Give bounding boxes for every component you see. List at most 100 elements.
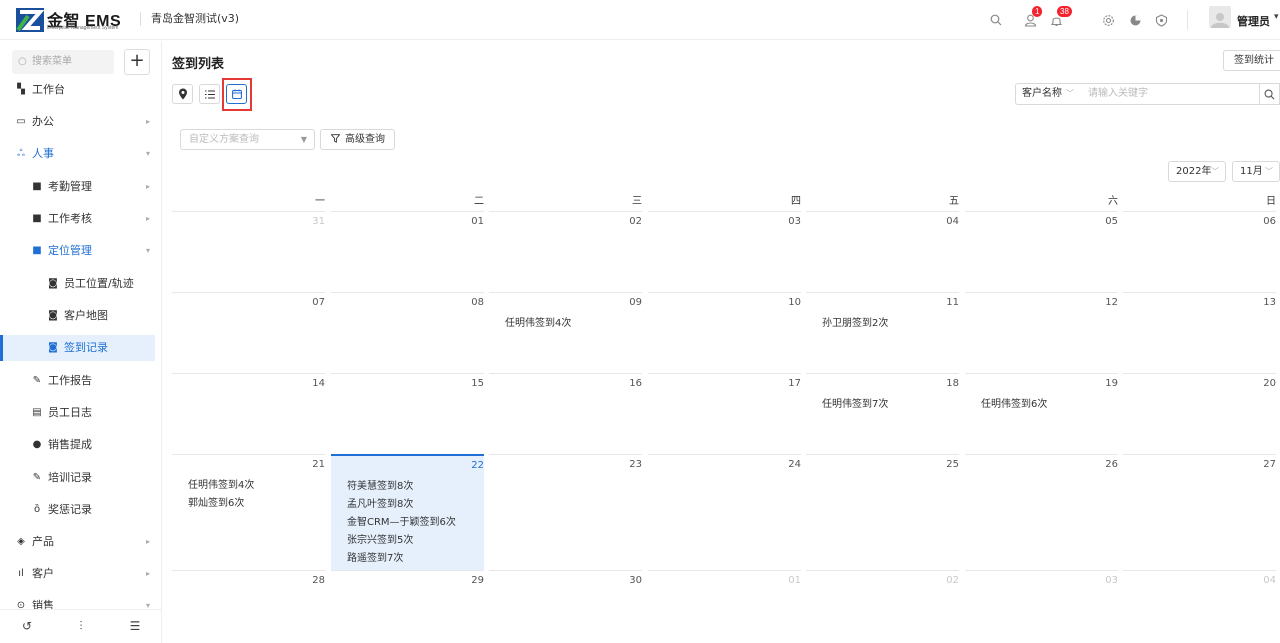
calendar-day-cell[interactable]: 01 (331, 211, 484, 290)
avatar[interactable] (1209, 6, 1231, 28)
checkin-event[interactable]: 任明伟签到4次 (188, 476, 254, 491)
calendar-day-cell[interactable]: 17 (648, 373, 801, 452)
calendar-day-cell[interactable]: 22 符美慧签到8次 孟凡叶签到8次 金智CRM—于颖签到6次 张宗兴签到5次 路遥签到7… (331, 454, 484, 570)
bell-icon[interactable]: 38 (1046, 6, 1072, 30)
calendar-day-cell[interactable]: 21 任明伟签到4次 郭灿签到6次 (172, 454, 325, 533)
calendar-day-cell[interactable]: 13 (1123, 292, 1276, 371)
calendar-day-cell[interactable]: 25 (806, 454, 959, 533)
calendar-day-cell[interactable]: 31 (172, 211, 325, 290)
user-contacts-icon[interactable]: 1 (1020, 6, 1043, 30)
calendar-day-cell[interactable]: 02 (806, 570, 959, 630)
app-logo[interactable]: 金智 EMS Enterprise Management System (16, 6, 128, 34)
sidebar-item-sales[interactable]: ⊙ 销售 ▾ (0, 593, 155, 609)
sidebar-item-location[interactable]: ■ 定位管理 ▾ (0, 238, 155, 264)
sidebar-item-assessment[interactable]: ■ 工作考核 ▸ (0, 206, 155, 232)
checkin-event[interactable]: 金智CRM—于颖签到6次 (347, 513, 456, 528)
sidebar-item-employee-track[interactable]: ◙ 员工位置/轨迹 (0, 271, 155, 297)
sliders-icon[interactable]: ⫶ (73, 618, 89, 634)
checkin-event[interactable]: 任明伟签到4次 (505, 314, 571, 329)
menu-search-input[interactable]: ○ 搜索菜单 (12, 50, 114, 74)
checkin-event[interactable]: 任明伟签到7次 (822, 395, 888, 410)
history-icon[interactable]: ↺ (19, 618, 35, 634)
sidebar-item-customer-map[interactable]: ◙ 客户地图 (0, 303, 155, 329)
calendar-day-cell[interactable]: 27 (1123, 454, 1276, 533)
add-menu-button[interactable]: + (124, 49, 150, 75)
calendar-day-cell[interactable]: 05 (965, 211, 1118, 290)
calendar-day-cell[interactable]: 30 (489, 570, 642, 630)
sidebar-item-product[interactable]: ◈ 产品 ▸ (0, 529, 155, 555)
map-view-button[interactable] (172, 84, 193, 104)
sidebar-item-attendance[interactable]: ■ 考勤管理 ▸ (0, 174, 155, 200)
sidebar-item-training[interactable]: ✎ 培训记录 (0, 465, 155, 491)
checkin-event[interactable]: 任明伟签到6次 (981, 395, 1047, 410)
sidebar-item-hr[interactable]: ஃ 人事 ▾ (0, 141, 155, 167)
company-name: 青岛金智测试(v3) (140, 12, 239, 26)
gear-icon[interactable] (1098, 10, 1118, 30)
checkin-stats-button[interactable]: 签到统计 (1223, 50, 1280, 71)
list-view-button[interactable] (199, 84, 220, 104)
calendar-day-cell[interactable]: 16 (489, 373, 642, 452)
calendar-day-cell[interactable]: 20 (1123, 373, 1276, 452)
calendar-day-cell[interactable]: 07 (172, 292, 325, 371)
collapse-menu-icon[interactable]: ☰ (127, 618, 143, 634)
sidebar-item-label: 工作考核 (48, 212, 92, 225)
year-select[interactable]: 2022年 ﹀ (1168, 161, 1226, 182)
pie-chart-icon[interactable] (1125, 10, 1145, 30)
sidebar-item-sales-commission[interactable]: ● 销售提成 (0, 432, 155, 458)
calendar-day-cell[interactable]: 29 (331, 570, 484, 630)
advanced-query-button[interactable]: 高级查询 (320, 129, 395, 150)
calendar-day-cell[interactable]: 23 (489, 454, 642, 533)
map-icon: ◙ (48, 278, 58, 289)
calendar-day-cell[interactable]: 03 (648, 211, 801, 290)
calendar-day-cell[interactable]: 24 (648, 454, 801, 533)
calendar-day-cell[interactable]: 14 (172, 373, 325, 452)
calendar-day-cell[interactable]: 06 (1123, 211, 1276, 290)
sidebar-item-employee-log[interactable]: ▤ 员工日志 (0, 400, 155, 426)
user-name[interactable]: 管理员 (1237, 13, 1270, 29)
day-number: 18 (946, 378, 959, 389)
calendar-day-cell[interactable]: 09 任明伟签到4次 (489, 292, 642, 371)
keyword-input[interactable]: 请输入关键字 (1080, 83, 1260, 105)
calendar-day-cell[interactable]: 12 (965, 292, 1118, 371)
chevron-right-icon: ▸ (146, 569, 151, 578)
sidebar-item-work-report[interactable]: ✎ 工作报告 (0, 368, 155, 394)
calendar-day-cell[interactable]: 08 (331, 292, 484, 371)
day-number: 17 (788, 378, 801, 389)
filter-field-select[interactable]: 客户名称 ﹀ (1015, 83, 1081, 105)
sidebar-item-rewards[interactable]: ȍ 奖惩记录 (0, 497, 155, 523)
checkin-event[interactable]: 张宗兴签到5次 (347, 531, 413, 546)
user-menu-caret-icon[interactable]: ▾ (1274, 12, 1279, 22)
calendar-day-cell[interactable]: 03 (965, 570, 1118, 630)
sidebar-footer: ↺ ⫶ ☰ (0, 609, 161, 643)
search-icon[interactable] (986, 10, 1006, 30)
keyword-search-button[interactable] (1259, 83, 1280, 105)
sidebar-item-office[interactable]: ▭ 办公 ▸ (0, 109, 155, 135)
sidebar-item-checkin-records[interactable]: ◙ 签到记录 (0, 335, 155, 361)
sidebar-item-customer[interactable]: ıl 客户 ▸ (0, 561, 155, 587)
weekday-label: 二 (474, 196, 484, 207)
sidebar-item-label: 考勤管理 (48, 180, 92, 193)
day-number: 12 (1105, 297, 1118, 308)
calendar-day-cell[interactable]: 10 (648, 292, 801, 371)
calendar-day-cell[interactable]: 19 任明伟签到6次 (965, 373, 1118, 452)
shield-icon[interactable] (1151, 10, 1171, 30)
calendar-day-cell[interactable]: 04 (806, 211, 959, 290)
calendar-day-cell[interactable]: 01 (648, 570, 801, 630)
checkin-event[interactable]: 路遥签到7次 (347, 549, 403, 564)
checkin-event[interactable]: 郭灿签到6次 (188, 494, 244, 509)
sidebar-item-dashboard[interactable]: ▚ 工作台 (0, 77, 155, 103)
checkin-event[interactable]: 孟凡叶签到8次 (347, 495, 413, 510)
chart-icon: ıl (18, 568, 24, 579)
custom-scheme-select[interactable]: 自定义方案查询 ▼ (180, 129, 315, 150)
calendar-day-cell[interactable]: 02 (489, 211, 642, 290)
month-select[interactable]: 11月 ﹀ (1232, 161, 1280, 182)
calendar-day-cell[interactable]: 04 (1123, 570, 1276, 630)
calendar-day-cell[interactable]: 11 孙卫朋签到2次 (806, 292, 959, 371)
day-number: 14 (312, 378, 325, 389)
checkin-event[interactable]: 符美慧签到8次 (347, 477, 413, 492)
calendar-day-cell[interactable]: 28 (172, 570, 325, 630)
calendar-day-cell[interactable]: 18 任明伟签到7次 (806, 373, 959, 452)
calendar-day-cell[interactable]: 15 (331, 373, 484, 452)
calendar-day-cell[interactable]: 26 (965, 454, 1118, 533)
checkin-event[interactable]: 孙卫朋签到2次 (822, 314, 888, 329)
